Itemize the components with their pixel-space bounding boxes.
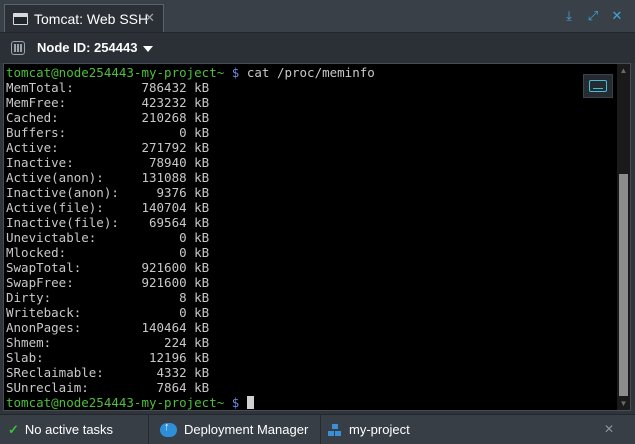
meminfo-line: Dirty: 8 kB [6, 290, 210, 305]
command-text: cat /proc/meminfo [246, 65, 375, 80]
final-prompt-text: tomcat@node254443-my-project~ [6, 395, 225, 410]
tasks-status[interactable]: ✓ No active tasks [8, 415, 146, 444]
command-line: tomcat@node254443-my-project~ $ cat /pro… [6, 65, 375, 80]
meminfo-line: SwapTotal: 921600 kB [6, 260, 210, 275]
meminfo-line: MemTotal: 786432 kB [6, 80, 210, 95]
close-tab-icon[interactable]: ✕ [144, 10, 155, 26]
prompt-text: tomcat@node254443-my-project~ [6, 65, 225, 80]
meminfo-line: Inactive: 78940 kB [6, 155, 210, 170]
close-window-icon[interactable]: ✕ [609, 8, 625, 24]
scroll-up-arrow[interactable]: ▲ [617, 64, 630, 77]
meminfo-line: Inactive(file): 69564 kB [6, 215, 210, 230]
status-bar: ✓ No active tasks Deployment Manager my-… [0, 414, 635, 444]
node-id-label: Node ID: 254443 [37, 40, 138, 55]
meminfo-line: SReclaimable: 4332 kB [6, 365, 210, 380]
scroll-down-arrow[interactable]: ▼ [617, 397, 630, 410]
prompt-symbol: $ [231, 65, 240, 80]
meminfo-line: Active(anon): 131088 kB [6, 170, 210, 185]
terminal-panel[interactable]: tomcat@node254443-my-project~ $ cat /pro… [3, 63, 631, 411]
node-toolbar: Node ID: 254443 [0, 33, 635, 63]
project-label: my-project [349, 422, 410, 437]
web-ssh-window: Tomcat: Web SSH ✕ ⤓ ⤢ ✕ Node ID: 254443 … [0, 0, 635, 444]
expand-icon[interactable]: ⤢ [585, 8, 601, 24]
meminfo-line: AnonPages: 140464 kB [6, 320, 210, 335]
node-selector[interactable]: Node ID: 254443 [37, 40, 154, 55]
close-project-icon[interactable]: ✕ [604, 422, 614, 436]
virtual-keyboard-button[interactable] [583, 74, 613, 98]
meminfo-line: Unevictable: 0 kB [6, 230, 210, 245]
meminfo-line: Active(file): 140704 kB [6, 200, 210, 215]
terminal-icon [13, 12, 28, 25]
deployment-manager-label: Deployment Manager [184, 422, 309, 437]
meminfo-line: Shmem: 224 kB [6, 335, 210, 350]
meminfo-output: MemTotal: 786432 kB MemFree: 423232 kB Cac… [6, 80, 375, 395]
meminfo-line: Slab: 12196 kB [6, 350, 210, 365]
deployment-manager-tab[interactable]: Deployment Manager [160, 415, 318, 444]
tab-tomcat-web-ssh[interactable]: Tomcat: Web SSH ✕ [4, 4, 164, 32]
project-icon [328, 423, 342, 436]
tab-title: Tomcat: Web SSH [34, 10, 149, 27]
keyboard-icon [589, 80, 607, 92]
node-icon [11, 41, 25, 55]
meminfo-line: Active: 271792 kB [6, 140, 210, 155]
caret-down-icon [143, 45, 154, 52]
terminal-scrollbar[interactable]: ▲ ▼ [617, 64, 630, 410]
download-icon[interactable]: ⤓ [561, 8, 577, 24]
meminfo-line: Inactive(anon): 9376 kB [6, 185, 210, 200]
meminfo-line: Cached: 210268 kB [6, 110, 210, 125]
meminfo-line: SwapFree: 921600 kB [6, 275, 210, 290]
divider [320, 415, 321, 444]
meminfo-line: Mlocked: 0 kB [6, 245, 210, 260]
meminfo-line: SUnreclaim: 7864 kB [6, 380, 210, 395]
check-icon: ✓ [8, 421, 19, 437]
meminfo-line: Writeback: 0 kB [6, 305, 210, 320]
terminal-cursor [246, 396, 254, 409]
final-prompt-symbol: $ [231, 395, 240, 410]
meminfo-line: Buffers: 0 kB [6, 125, 210, 140]
tab-bar: Tomcat: Web SSH ✕ ⤓ ⤢ ✕ [0, 0, 635, 33]
meminfo-line: MemFree: 423232 kB [6, 95, 210, 110]
divider [148, 415, 149, 444]
terminal-output: tomcat@node254443-my-project~ $ cat /pro… [6, 65, 375, 410]
cloud-upload-icon [160, 421, 177, 437]
project-tab[interactable]: my-project ✕ [328, 415, 628, 444]
scrollbar-thumb[interactable] [619, 174, 628, 396]
tasks-label: No active tasks [24, 422, 114, 437]
current-prompt-line: tomcat@node254443-my-project~ $ [6, 395, 375, 410]
